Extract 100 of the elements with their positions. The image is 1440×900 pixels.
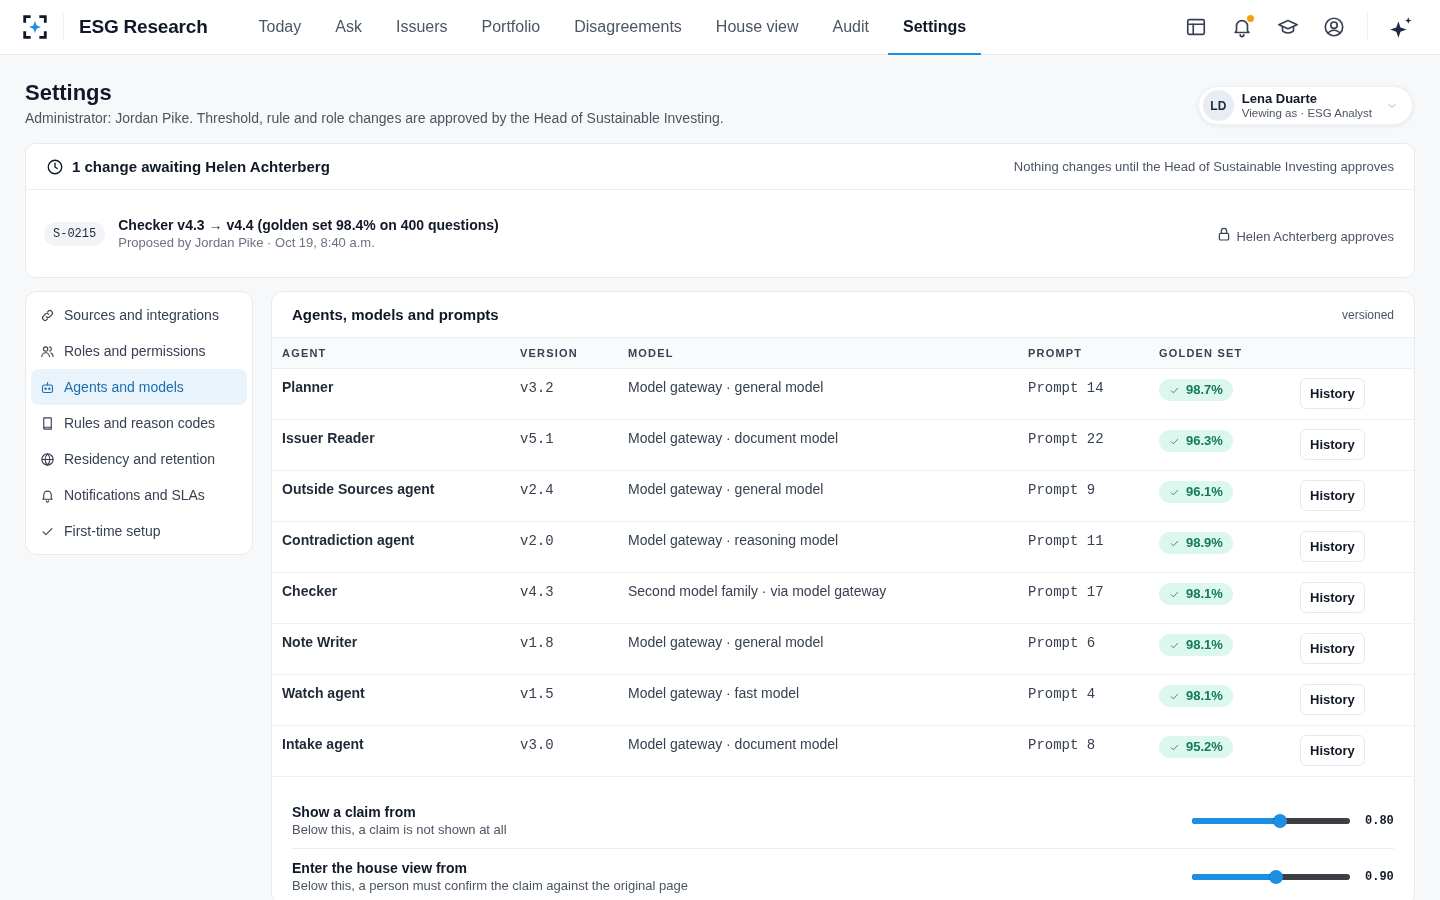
account-icon[interactable] <box>1323 16 1345 38</box>
nav-tab[interactable]: Ask <box>320 0 377 55</box>
link-icon <box>40 307 55 323</box>
threshold-value: 0.80 <box>1365 813 1394 828</box>
panel-tag: versioned <box>1341 307 1394 322</box>
sparkles-icon[interactable] <box>1390 16 1412 38</box>
model-name: Second model family · via model gateway <box>628 583 887 599</box>
nav-tab[interactable]: Portfolio <box>466 0 556 55</box>
globe-icon <box>40 451 55 467</box>
user-role: Viewing as · ESG Analyst <box>1241 106 1372 120</box>
page-subtitle: Administrator: Jordan Pike. Threshold, rule and role changes are approved by the Head of Sustainable Investing. <box>25 109 724 127</box>
prompt-name: Prompt 8 <box>1028 737 1096 753</box>
model-name: Model gateway · document model <box>628 430 839 446</box>
agent-version: v3.2 <box>520 380 554 396</box>
change-title: Checker v4.3 → v4.4 (golden set 98.4% on 400 questions) <box>118 217 499 233</box>
model-name: Model gateway · fast model <box>628 685 800 701</box>
agent-name: Checker <box>282 583 338 599</box>
history-button[interactable]: History <box>1300 633 1365 664</box>
prompt-name: Prompt 17 <box>1028 584 1104 600</box>
column-header: VERSION <box>520 347 578 359</box>
robot-icon <box>40 379 55 395</box>
sidebar-item[interactable]: Agents and models <box>31 369 247 405</box>
slider-thumb[interactable] <box>1273 813 1288 828</box>
score-value: 98.1% <box>1186 636 1223 654</box>
agent-name: Planner <box>282 379 334 395</box>
threshold-description: Below this, a claim is not shown at all <box>292 822 507 838</box>
layout-icon[interactable] <box>1185 16 1207 38</box>
user-name: Lena Duarte <box>1241 91 1318 106</box>
score-value: 98.9% <box>1186 534 1223 552</box>
user-avatar: LD <box>1202 90 1234 121</box>
change-meta: Proposed by Jordan Pike · Oct 19, 8:40 a.m. <box>118 235 376 250</box>
column-header: AGENT <box>282 347 327 359</box>
score-value: 98.7% <box>1186 381 1223 399</box>
agent-name: Watch agent <box>282 685 365 701</box>
user-switcher[interactable]: LD Lena Duarte Viewing as · ESG Analyst <box>1197 86 1413 125</box>
history-button[interactable]: History <box>1300 582 1365 613</box>
prompt-name: Prompt 4 <box>1028 686 1096 702</box>
column-header: GOLDEN SET <box>1159 347 1243 359</box>
model-name: Model gateway · general model <box>628 379 824 395</box>
agent-version: v2.0 <box>520 533 554 549</box>
pending-title: 1 change awaiting Helen Achterberg <box>72 158 330 175</box>
threshold-description: Below this, a person must confirm the claim against the original page <box>292 878 688 894</box>
sidebar-item[interactable]: Notifications and SLAs <box>31 477 247 513</box>
nav-tab[interactable]: Today <box>243 0 317 55</box>
agent-name: Note Writer <box>282 634 358 650</box>
agent-version: v1.5 <box>520 686 554 702</box>
bell-icon <box>40 487 55 503</box>
agent-name: Issuer Reader <box>282 430 375 446</box>
nav-tab[interactable]: Issuers <box>380 0 463 55</box>
users-icon <box>40 343 55 359</box>
agent-name: Intake agent <box>282 736 364 752</box>
threshold-value: 0.90 <box>1365 869 1394 884</box>
agent-version: v2.4 <box>520 482 554 498</box>
nav-tab[interactable]: Settings <box>888 0 982 55</box>
model-name: Model gateway · general model <box>628 634 824 650</box>
agent-version: v4.3 <box>520 584 554 600</box>
history-button[interactable]: History <box>1300 378 1365 409</box>
agent-version: v3.0 <box>520 737 554 753</box>
prompt-name: Prompt 22 <box>1028 431 1104 447</box>
model-name: Model gateway · reasoning model <box>628 532 839 548</box>
model-name: Model gateway · document model <box>628 736 839 752</box>
approver-status: Helen Achterberg approves <box>1236 228 1394 244</box>
prompt-name: Prompt 14 <box>1028 380 1104 396</box>
slider-thumb[interactable] <box>1268 869 1283 884</box>
nav-tab[interactable]: Audit <box>817 0 884 55</box>
history-button[interactable]: History <box>1300 531 1365 562</box>
history-button[interactable]: History <box>1300 684 1365 715</box>
pending-note: Nothing changes until the Head of Sustainable Investing approves <box>1013 159 1394 174</box>
sidebar-item[interactable]: Residency and retention <box>31 441 247 477</box>
score-value: 96.1% <box>1186 483 1223 501</box>
sidebar-item[interactable]: Sources and integrations <box>31 297 247 333</box>
prompt-name: Prompt 6 <box>1028 635 1096 651</box>
column-header: PROMPT <box>1028 347 1083 359</box>
score-value: 95.2% <box>1186 738 1223 756</box>
app-name: ESG Research <box>79 16 208 38</box>
history-button[interactable]: History <box>1300 429 1365 460</box>
change-id-tag: S-0215 <box>44 221 106 246</box>
prompt-name: Prompt 11 <box>1028 533 1104 549</box>
history-button[interactable]: History <box>1300 480 1365 511</box>
agent-name: Contradiction agent <box>282 532 415 548</box>
page-title: Settings <box>25 79 113 107</box>
threshold-label: Enter the house view from <box>292 859 469 877</box>
nav-tab[interactable]: Disagreements <box>559 0 697 55</box>
score-value: 96.3% <box>1186 432 1223 450</box>
model-name: Model gateway · general model <box>628 481 824 497</box>
panel-title: Agents, models and prompts <box>292 306 499 323</box>
score-value: 98.1% <box>1186 687 1223 705</box>
column-header: MODEL <box>628 347 674 359</box>
logo-icon <box>22 14 48 40</box>
clock-icon <box>46 157 64 176</box>
sidebar-item[interactable]: Roles and permissions <box>31 333 247 369</box>
prompt-name: Prompt 9 <box>1028 482 1096 498</box>
score-value: 98.1% <box>1186 585 1223 603</box>
agent-version: v1.8 <box>520 635 554 651</box>
nav-tab[interactable]: House view <box>700 0 814 55</box>
agent-name: Outside Sources agent <box>282 481 435 497</box>
sidebar-item[interactable]: Rules and reason codes <box>31 405 247 441</box>
history-button[interactable]: History <box>1300 735 1365 766</box>
book-icon <box>40 415 55 431</box>
sidebar-item[interactable]: First-time setup <box>31 513 247 549</box>
